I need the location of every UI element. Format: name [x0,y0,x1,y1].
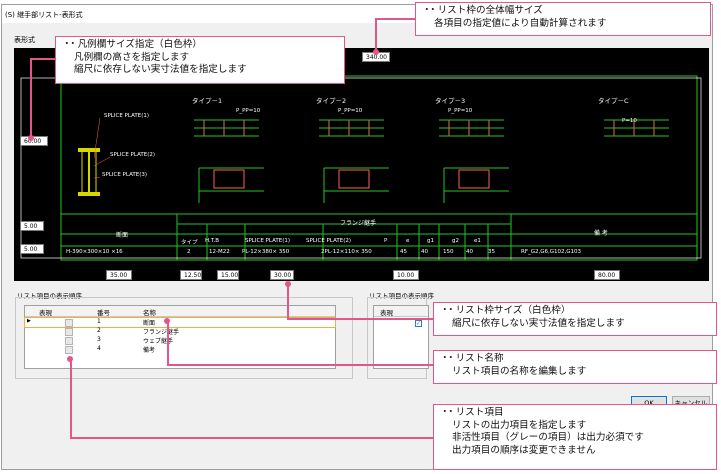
header-height-2-input[interactable]: 5.00 [20,244,44,254]
col-width-5-input[interactable]: 10.00 [393,270,419,280]
callout-frame-note: ・ ・リスト枠サイズ（白色枠） 縮尺に依存しない実寸法値を指定します [433,302,717,336]
row-checkbox[interactable] [65,319,73,327]
row-number: 4 [97,345,101,352]
col-width-1-input[interactable]: 35.00 [106,270,132,280]
legend-label-2: SPLICE PLATE(2) [110,152,156,158]
table-row-cell: 150 [443,249,454,255]
callout-legend-note: ・ ・凡例欄サイズ指定（白色枠） 凡例欄の高さを指定します 縮尺に依存しない実寸… [55,36,345,84]
current-row-arrow-icon: ▶ [27,318,31,324]
row-number: 3 [97,336,101,343]
table-hdr-col: SPLICE PLATE(2) [306,238,352,244]
table-hdr-col: SPLICE PLATE(1) [245,238,291,244]
bolt-label-3: P_PP=10 [448,108,473,114]
list-item[interactable]: 2 フランジ継手 [25,327,335,336]
window-title: (S) 継手部リスト-表形式 [5,11,83,19]
right-col-header-expression: 表現 [380,309,393,317]
table-row-cell: 2PL-12×110× 350 [321,249,372,255]
header-height-1-input[interactable]: 5.00 [20,221,44,231]
table-row-cell: 35 [488,249,495,255]
table-row-cell: H-390×300×10 ×16 [66,249,123,255]
table-row-cell: 2 [187,249,191,255]
legend-label-1: SPLICE PLATE(1) [104,113,150,119]
bolt-label-1: P_PP=10 [236,108,261,114]
row-name[interactable]: 断面 [143,318,155,327]
type-drawings [194,119,669,203]
col-width-4-input[interactable]: 30.00 [270,270,294,280]
table-hdr-col: P [384,238,388,244]
col-width-6-input[interactable]: 80.00 [594,270,620,280]
table-row-cell: PL-12×380× 350 [242,249,290,255]
row-checkbox[interactable] [65,328,73,336]
type-label-1: タイプ－1 [192,97,223,105]
callout-line-item [70,358,72,438]
callout-line-frame [287,284,289,320]
col-width-2-input[interactable]: 12.50 [180,270,202,280]
table-row-cell: 12-M22 [209,249,230,255]
bolt-label-2: P_PP=10 [338,108,363,114]
type-label-2: タイプ－2 [316,97,347,105]
bolt-label-c: P=10 [622,118,637,124]
table-row-cell: 45 [400,249,407,255]
table-hdr-flange: フランジ継手 [340,220,377,227]
callout-line-width [375,18,377,52]
col-width-3-input[interactable]: 15.00 [217,270,239,280]
table-hdr-col: g1 [427,238,434,244]
table-hdr-section: 断面 [116,232,129,239]
splice-sketch-part [213,169,245,189]
table-hdr-col: g2 [452,238,459,244]
table-row-cell: RF_G2,G6,G102,G103 [521,249,582,255]
callout-item-note: ・ ・リスト項目 リストの出力項目を指定します 非活性項目（グレーの項目）は出力… [433,404,717,470]
legend-height-input[interactable]: 60.00 [20,136,48,146]
type-label-3: タイプ－3 [435,97,466,105]
callout-line-legend [30,58,32,138]
splice-sketch-part [458,169,490,189]
group-label: 表形式 [14,36,35,44]
table-hdr-notes: 備 考 [594,230,608,237]
callout-line-name [167,320,169,365]
table-row-cell: 40 [466,249,473,255]
row-name[interactable]: 備考 [143,345,155,354]
callout-width-note: ・ ・リスト枠の全体幅サイズ 各項目の指定値により自動計算されます [415,2,711,36]
list-item[interactable]: 4 備考 [25,345,335,354]
row-checkbox[interactable] [65,337,73,345]
table-hdr-col: e [406,238,410,244]
col-header-number: 番号 [97,309,110,317]
table-hdr-col: e1 [474,238,481,244]
table-hdr-col: タイプ [181,240,198,246]
type-label-c: タイプ－C [598,97,629,105]
right-item-grid: 表現 ✓ [373,305,429,369]
col-header-name: 名称 [143,309,156,317]
table-row-cell: 40 [421,249,428,255]
row-checkbox[interactable] [65,346,73,354]
row-number: 2 [97,327,101,334]
right-checkbox[interactable]: ✓ [415,320,422,327]
row-name[interactable]: フランジ継手 [143,327,179,336]
col-header-expression: 表現 [39,309,52,317]
row-number: 1 [97,318,101,325]
legend-label-3: SPLICE PLATE(3) [102,172,148,178]
callout-name-note: ・ ・リスト名称 リスト項目の名称を編集します [433,350,717,384]
table-hdr-col: H.T.B [205,238,220,244]
splice-sketch-part [338,169,370,189]
list-item[interactable]: 3 ウェブ継手 [25,336,335,345]
